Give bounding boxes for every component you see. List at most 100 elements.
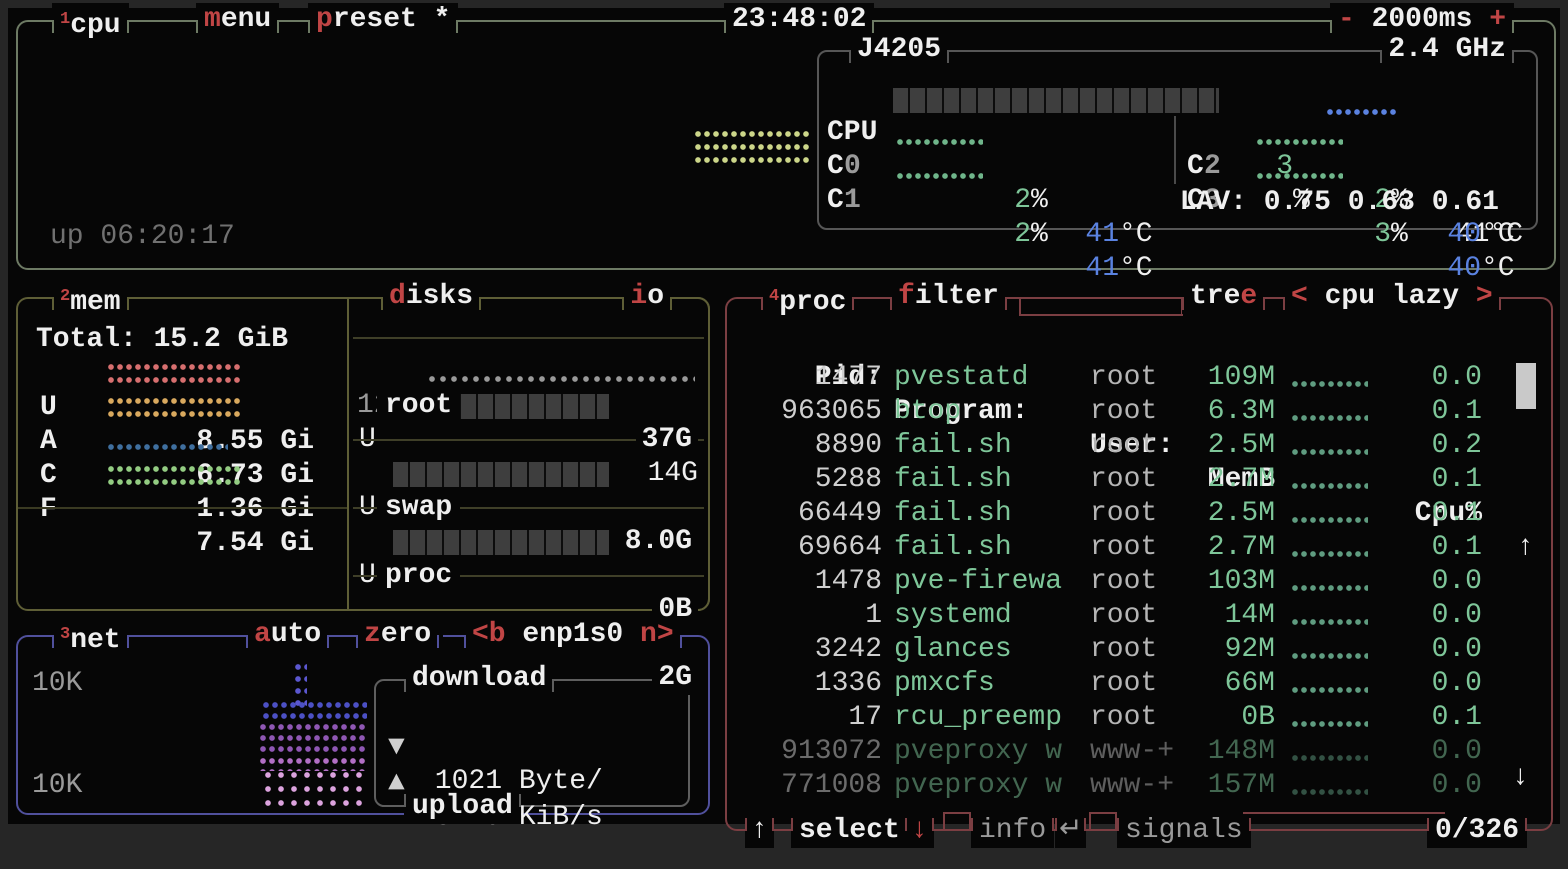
program: fail.sh: [894, 497, 1012, 531]
tree-toggle[interactable]: tree: [1182, 280, 1265, 314]
pid: 5288: [737, 463, 882, 497]
signals-button[interactable]: signals: [1117, 814, 1251, 848]
net-graph-upload-upper: [260, 723, 368, 757]
disks-panel-title[interactable]: disks: [381, 280, 481, 314]
cpu: 0.0: [1337, 361, 1482, 395]
sort-next-button[interactable]: >: [1476, 281, 1493, 312]
footer-bracket: [1243, 812, 1445, 829]
pid: 8890: [737, 429, 882, 463]
scroll-down-icon[interactable]: ↓: [1512, 761, 1529, 795]
proc-table-header: Pid: Program: User: MemB Cpu% ↑: [727, 327, 1551, 361]
pid: 1: [737, 599, 882, 633]
sort-prev-button[interactable]: <: [1291, 281, 1308, 312]
mem-row-cached: C 1.36 Gi: [18, 425, 349, 459]
select-up-icon[interactable]: ↑: [745, 814, 774, 848]
pid: 1478: [737, 565, 882, 599]
process-row[interactable]: 3242glancesroot92M0.0: [727, 633, 1551, 667]
mem-total-value: 15.2 GiB: [137, 324, 288, 355]
mem-divider: [18, 507, 349, 509]
poll-increase-button[interactable]: +: [1489, 4, 1506, 35]
mem-hotkey-number: 2: [60, 287, 70, 306]
disk-io-graph-root: [429, 375, 695, 384]
process-row[interactable]: 1477pvestatdroot109M0.0: [727, 361, 1551, 395]
cpu-usage-graph: [695, 130, 809, 168]
process-row[interactable]: 8890fail.shroot2.5M0.2: [727, 429, 1551, 463]
mem-free-graph: [108, 465, 240, 491]
disk-name: proc: [377, 559, 460, 593]
clock: 23:48:02: [724, 3, 874, 37]
process-row[interactable]: 5288fail.shroot2.7M0.1: [727, 463, 1551, 497]
enter-icon[interactable]: ↵: [1055, 814, 1086, 848]
disk-name: root: [377, 389, 460, 423]
mem-used-graph: [108, 363, 240, 389]
load-average: LAV: 0.75 0.63 0.61: [1169, 186, 1499, 220]
cpu: 0.0: [1337, 633, 1482, 667]
uptime: up 06:20:17: [50, 220, 235, 254]
disk-size: 2G: [652, 661, 698, 695]
program: fail.sh: [894, 531, 1012, 565]
net-panel-title[interactable]: 3net: [52, 618, 129, 652]
net-graph-upload-lower: [265, 771, 365, 807]
mem: 0B: [1127, 701, 1275, 735]
mem-panel-title[interactable]: 2mem: [52, 280, 129, 314]
net-graph-upload-mid: [260, 757, 368, 771]
cpu: 0.0: [1337, 565, 1482, 599]
select-down-icon[interactable]: ↓: [905, 814, 934, 848]
poll-value: 2000ms: [1355, 4, 1489, 35]
core-temp: 41: [1071, 252, 1119, 286]
menu-button[interactable]: menu: [196, 3, 279, 37]
filter-button[interactable]: filter: [890, 280, 1007, 314]
core-temp-unit: °C: [1119, 218, 1153, 252]
pid: 771008: [737, 769, 882, 803]
core-percent-unit: %: [1031, 184, 1048, 218]
mem: 148M: [1127, 735, 1275, 769]
cpu: 0.0: [1337, 599, 1482, 633]
disk-name: swap: [377, 491, 460, 525]
program: fail.sh: [894, 429, 1012, 463]
process-row[interactable]: 1336pmxcfsroot66M0.0: [727, 667, 1551, 701]
process-row[interactable]: 771008pveproxy wwww-+157M0.0: [727, 769, 1551, 803]
net-auto-toggle[interactable]: auto: [246, 618, 329, 652]
mem-row-value: 7.54 Gi: [178, 527, 314, 561]
process-row[interactable]: 963065btoproot6.3M0.1: [727, 395, 1551, 429]
footer-bracket: [1089, 812, 1117, 829]
process-row[interactable]: 913072pveproxy wwww-+148M0.0: [727, 735, 1551, 769]
sort-value: cpu lazy: [1308, 281, 1476, 312]
mem: 109M: [1127, 361, 1275, 395]
net-device-next-button[interactable]: n>: [640, 619, 674, 650]
cpu: 0.0: [1337, 769, 1482, 803]
process-row[interactable]: 1systemdroot14M0.0: [727, 599, 1551, 633]
sort-selector: < cpu lazy >: [1283, 280, 1501, 314]
net-zero-toggle[interactable]: zero: [356, 618, 439, 652]
poll-interval: - 2000ms +: [1330, 3, 1514, 37]
process-row[interactable]: 66449fail.shroot2.5M0.1: [727, 497, 1551, 531]
preset-button[interactable]: preset *: [308, 3, 458, 37]
net-device-prev-button[interactable]: <b: [472, 619, 506, 650]
core-percent: 3: [1339, 218, 1391, 252]
mem: 6.3M: [1127, 395, 1275, 429]
core-percent-unit: %: [1031, 218, 1048, 252]
cpu: 0.0: [1337, 667, 1482, 701]
cpu: 0.0: [1337, 735, 1482, 769]
mem: 103M: [1127, 565, 1275, 599]
mem-available-graph: [108, 397, 240, 423]
pid: 913072: [737, 735, 882, 769]
process-row[interactable]: 1478pve-firewaroot103M0.0: [727, 565, 1551, 599]
disks-io-toggle[interactable]: io: [622, 280, 672, 314]
filter-input[interactable]: [1019, 299, 1183, 316]
net-device-switcher: <b enp1s0 n>: [464, 618, 682, 652]
process-row[interactable]: 17rcu_preemproot0B0.1: [727, 701, 1551, 735]
net-download-row: ▼ 1021 Byte/: [376, 697, 688, 731]
cpu-panel-title[interactable]: 1cpu: [52, 3, 129, 37]
cpu: 0.2: [1337, 429, 1482, 463]
info-button[interactable]: info: [971, 814, 1054, 848]
process-row[interactable]: 69664fail.shroot2.7M0.1: [727, 531, 1551, 565]
cpu: 0.1: [1337, 701, 1482, 735]
program: fail.sh: [894, 463, 1012, 497]
select-button[interactable]: select: [791, 814, 908, 848]
mem-total-label: Total:: [36, 324, 137, 355]
terminal-screen: 1cpu menu preset * 23:48:02 - 2000ms + u…: [8, 8, 1560, 824]
poll-decrease-button[interactable]: -: [1338, 4, 1355, 35]
net-speed-box: download ▼ 1021 Byte/ ▲ 5.79 KiB/s uploa…: [374, 679, 690, 807]
proc-panel-title[interactable]: 4proc: [761, 280, 854, 314]
